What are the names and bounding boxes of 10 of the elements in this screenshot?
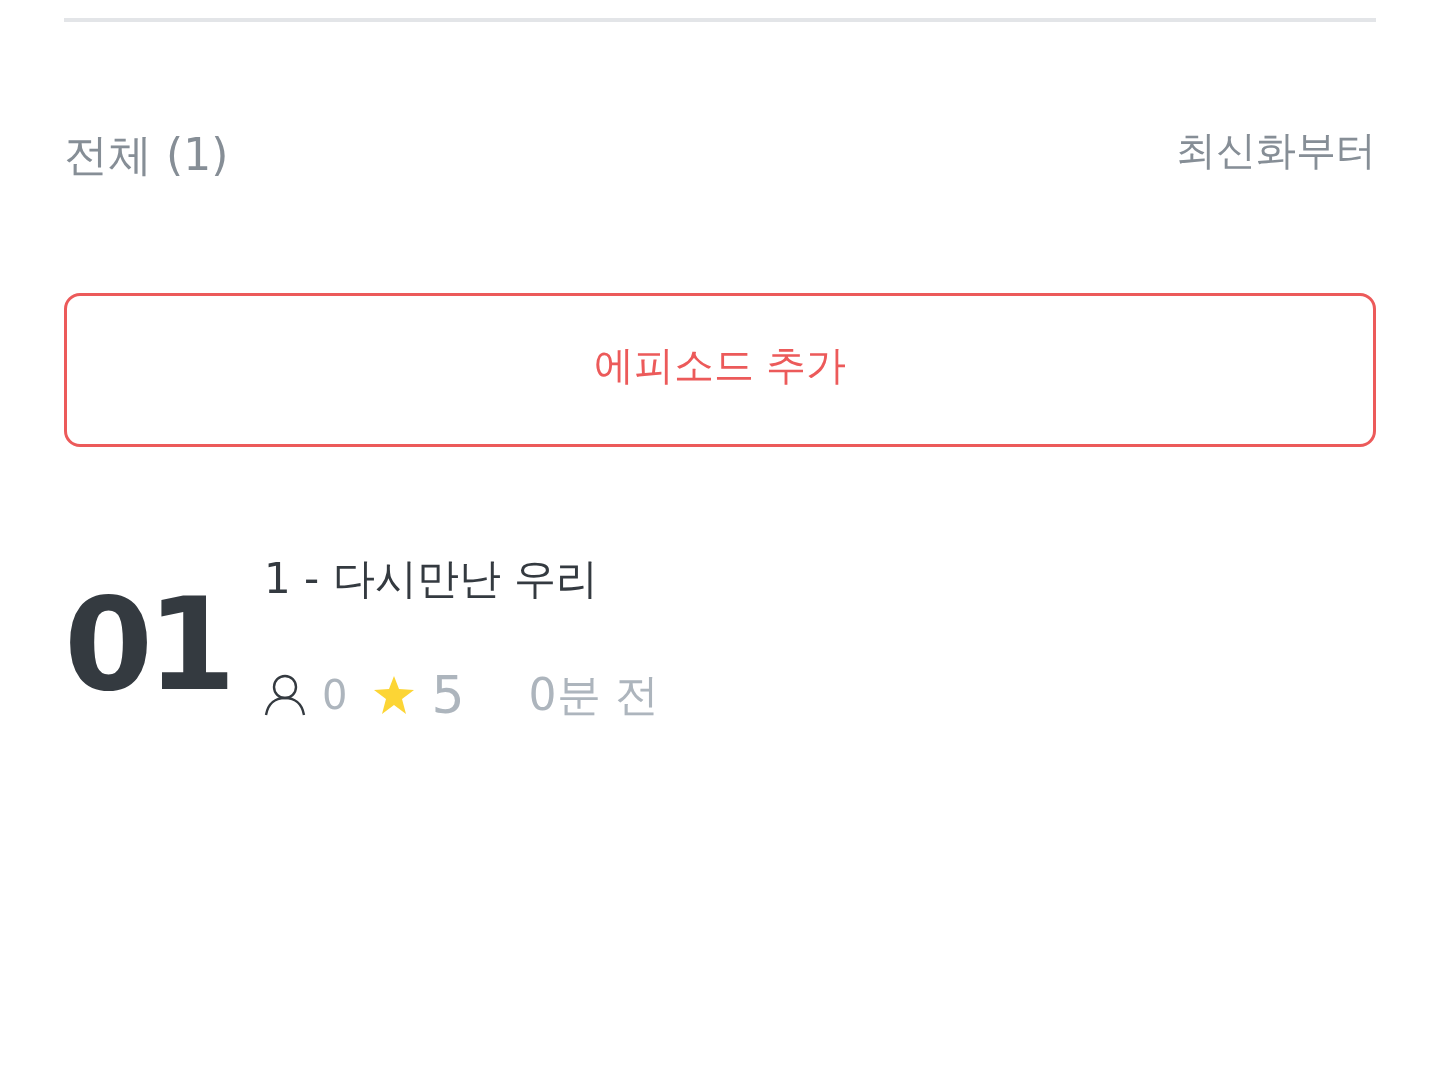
star-icon xyxy=(373,675,416,716)
add-episode-button[interactable]: 에피소드 추가 xyxy=(64,293,1376,447)
upload-time: 0분 전 xyxy=(528,667,659,722)
episode-number: 01 xyxy=(64,581,232,709)
total-count-label: 전체 (1) xyxy=(64,128,229,182)
sort-order-button[interactable]: 최신화부터 xyxy=(1176,123,1376,178)
rating-value: 5 xyxy=(431,665,465,726)
episode-title[interactable]: 1 - 다시만난 우리 xyxy=(264,554,598,605)
person-icon xyxy=(264,674,306,717)
view-count: 0 xyxy=(322,672,348,719)
